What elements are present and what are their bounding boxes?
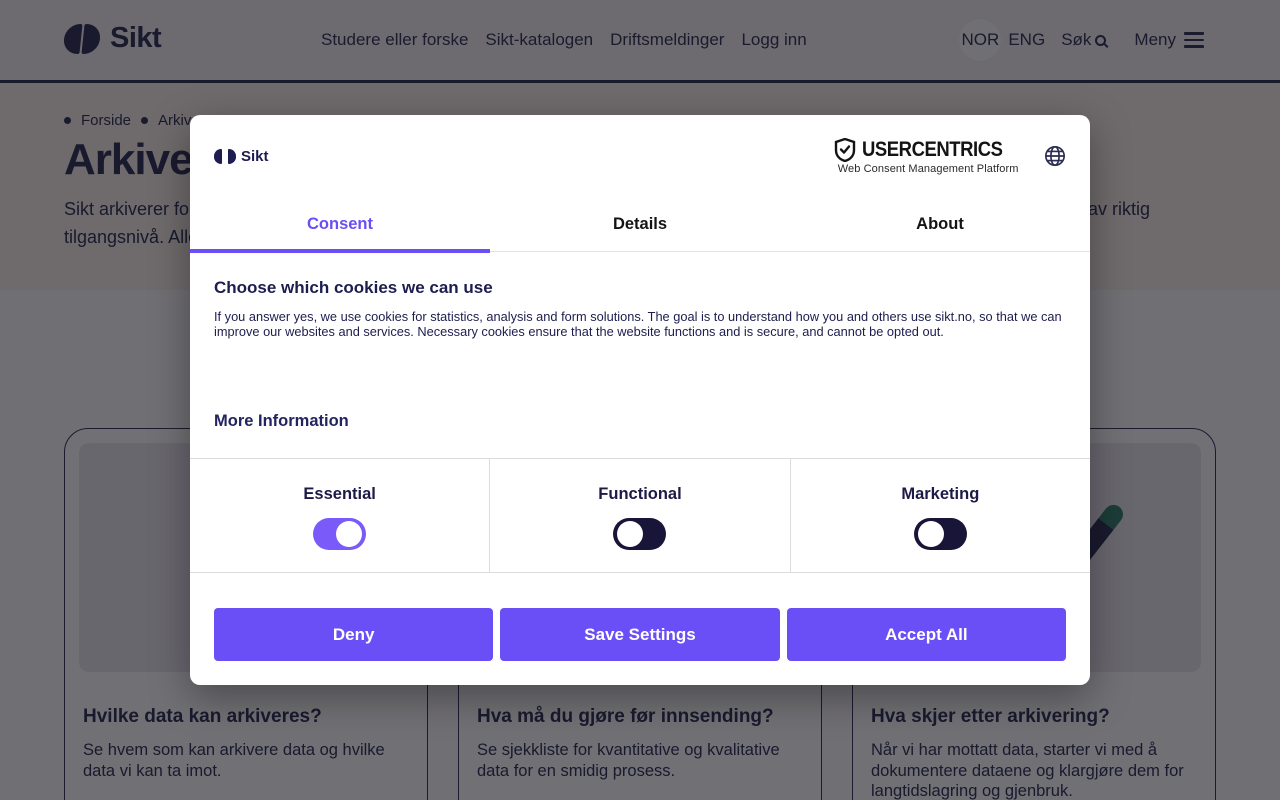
toggle-knob (336, 521, 362, 547)
consent-body: Choose which cookies we can use If you a… (190, 252, 1090, 458)
consent-heading: Choose which cookies we can use (214, 278, 493, 298)
usercentrics-subtitle: Web Consent Management Platform (838, 163, 1019, 175)
essential-toggle[interactable] (313, 518, 366, 550)
more-information-link[interactable]: More Information (214, 412, 349, 431)
functional-toggle[interactable] (613, 518, 666, 550)
toggle-knob (918, 521, 944, 547)
consent-actions: Deny Save Settings Accept All (214, 608, 1066, 661)
marketing-toggle[interactable] (914, 518, 967, 550)
consent-tabs: Consent Details About (190, 197, 1090, 252)
category-label: Marketing (901, 485, 979, 504)
deny-button[interactable]: Deny (214, 608, 493, 661)
consent-dialog-header: Sikt USERCENTRICS Web Consent Management… (190, 115, 1090, 197)
sikt-logo-icon (214, 149, 222, 164)
consent-description: If you answer yes, we use cookies for st… (214, 310, 1066, 339)
cookie-consent-dialog: Sikt USERCENTRICS Web Consent Management… (190, 115, 1090, 685)
page: Sikt Studere eller forske Sikt-katalogen… (0, 0, 1280, 800)
category-functional: Functional (489, 459, 789, 572)
usercentrics-wordmark: USERCENTRICS (862, 138, 1003, 162)
tab-consent[interactable]: Consent (190, 197, 490, 251)
category-essential: Essential (190, 459, 489, 572)
toggle-knob (617, 521, 643, 547)
accept-all-button[interactable]: Accept All (787, 608, 1066, 661)
sikt-logo-icon (228, 149, 236, 164)
category-label: Functional (598, 485, 681, 504)
category-marketing: Marketing (790, 459, 1090, 572)
usercentrics-shield-icon (834, 138, 856, 162)
platform-branding: USERCENTRICS Web Consent Management Plat… (834, 138, 1066, 175)
globe-language-icon[interactable] (1044, 145, 1066, 167)
sikt-logo-text: Sikt (241, 148, 269, 165)
tab-details[interactable]: Details (490, 197, 790, 251)
save-settings-button[interactable]: Save Settings (500, 608, 779, 661)
cookie-categories: Essential Functional Marketing (190, 458, 1090, 573)
category-label: Essential (303, 485, 375, 504)
sikt-logo-small: Sikt (214, 148, 269, 165)
usercentrics-logo: USERCENTRICS Web Consent Management Plat… (834, 138, 1022, 175)
tab-about[interactable]: About (790, 197, 1090, 251)
